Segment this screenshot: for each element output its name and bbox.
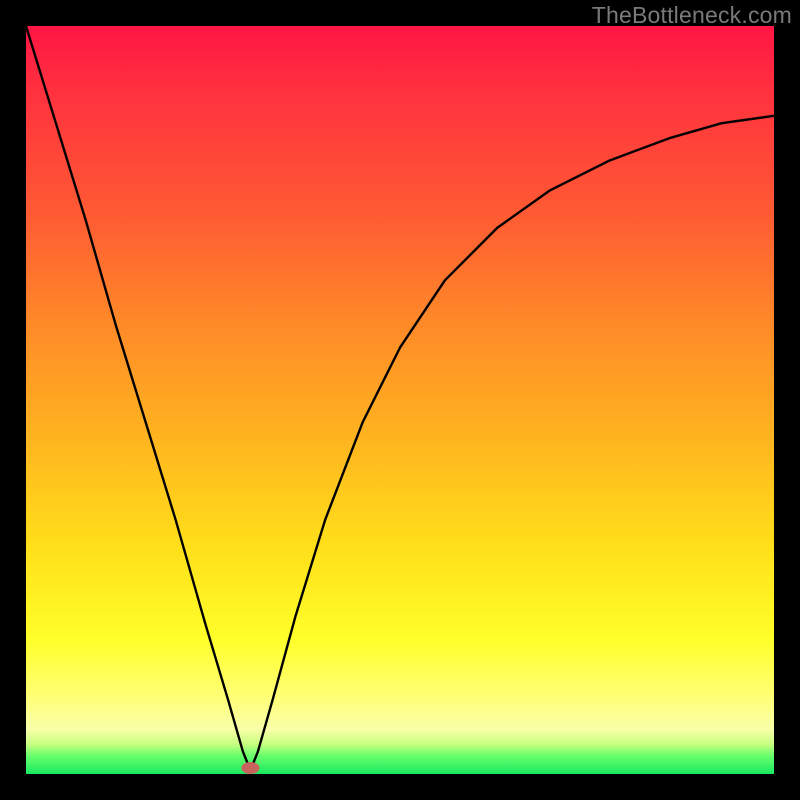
bottleneck-curve [26,26,774,774]
watermark-text: TheBottleneck.com [592,2,792,29]
chart-frame: TheBottleneck.com [0,0,800,800]
minimum-marker [241,762,259,774]
plot-area [26,26,774,774]
